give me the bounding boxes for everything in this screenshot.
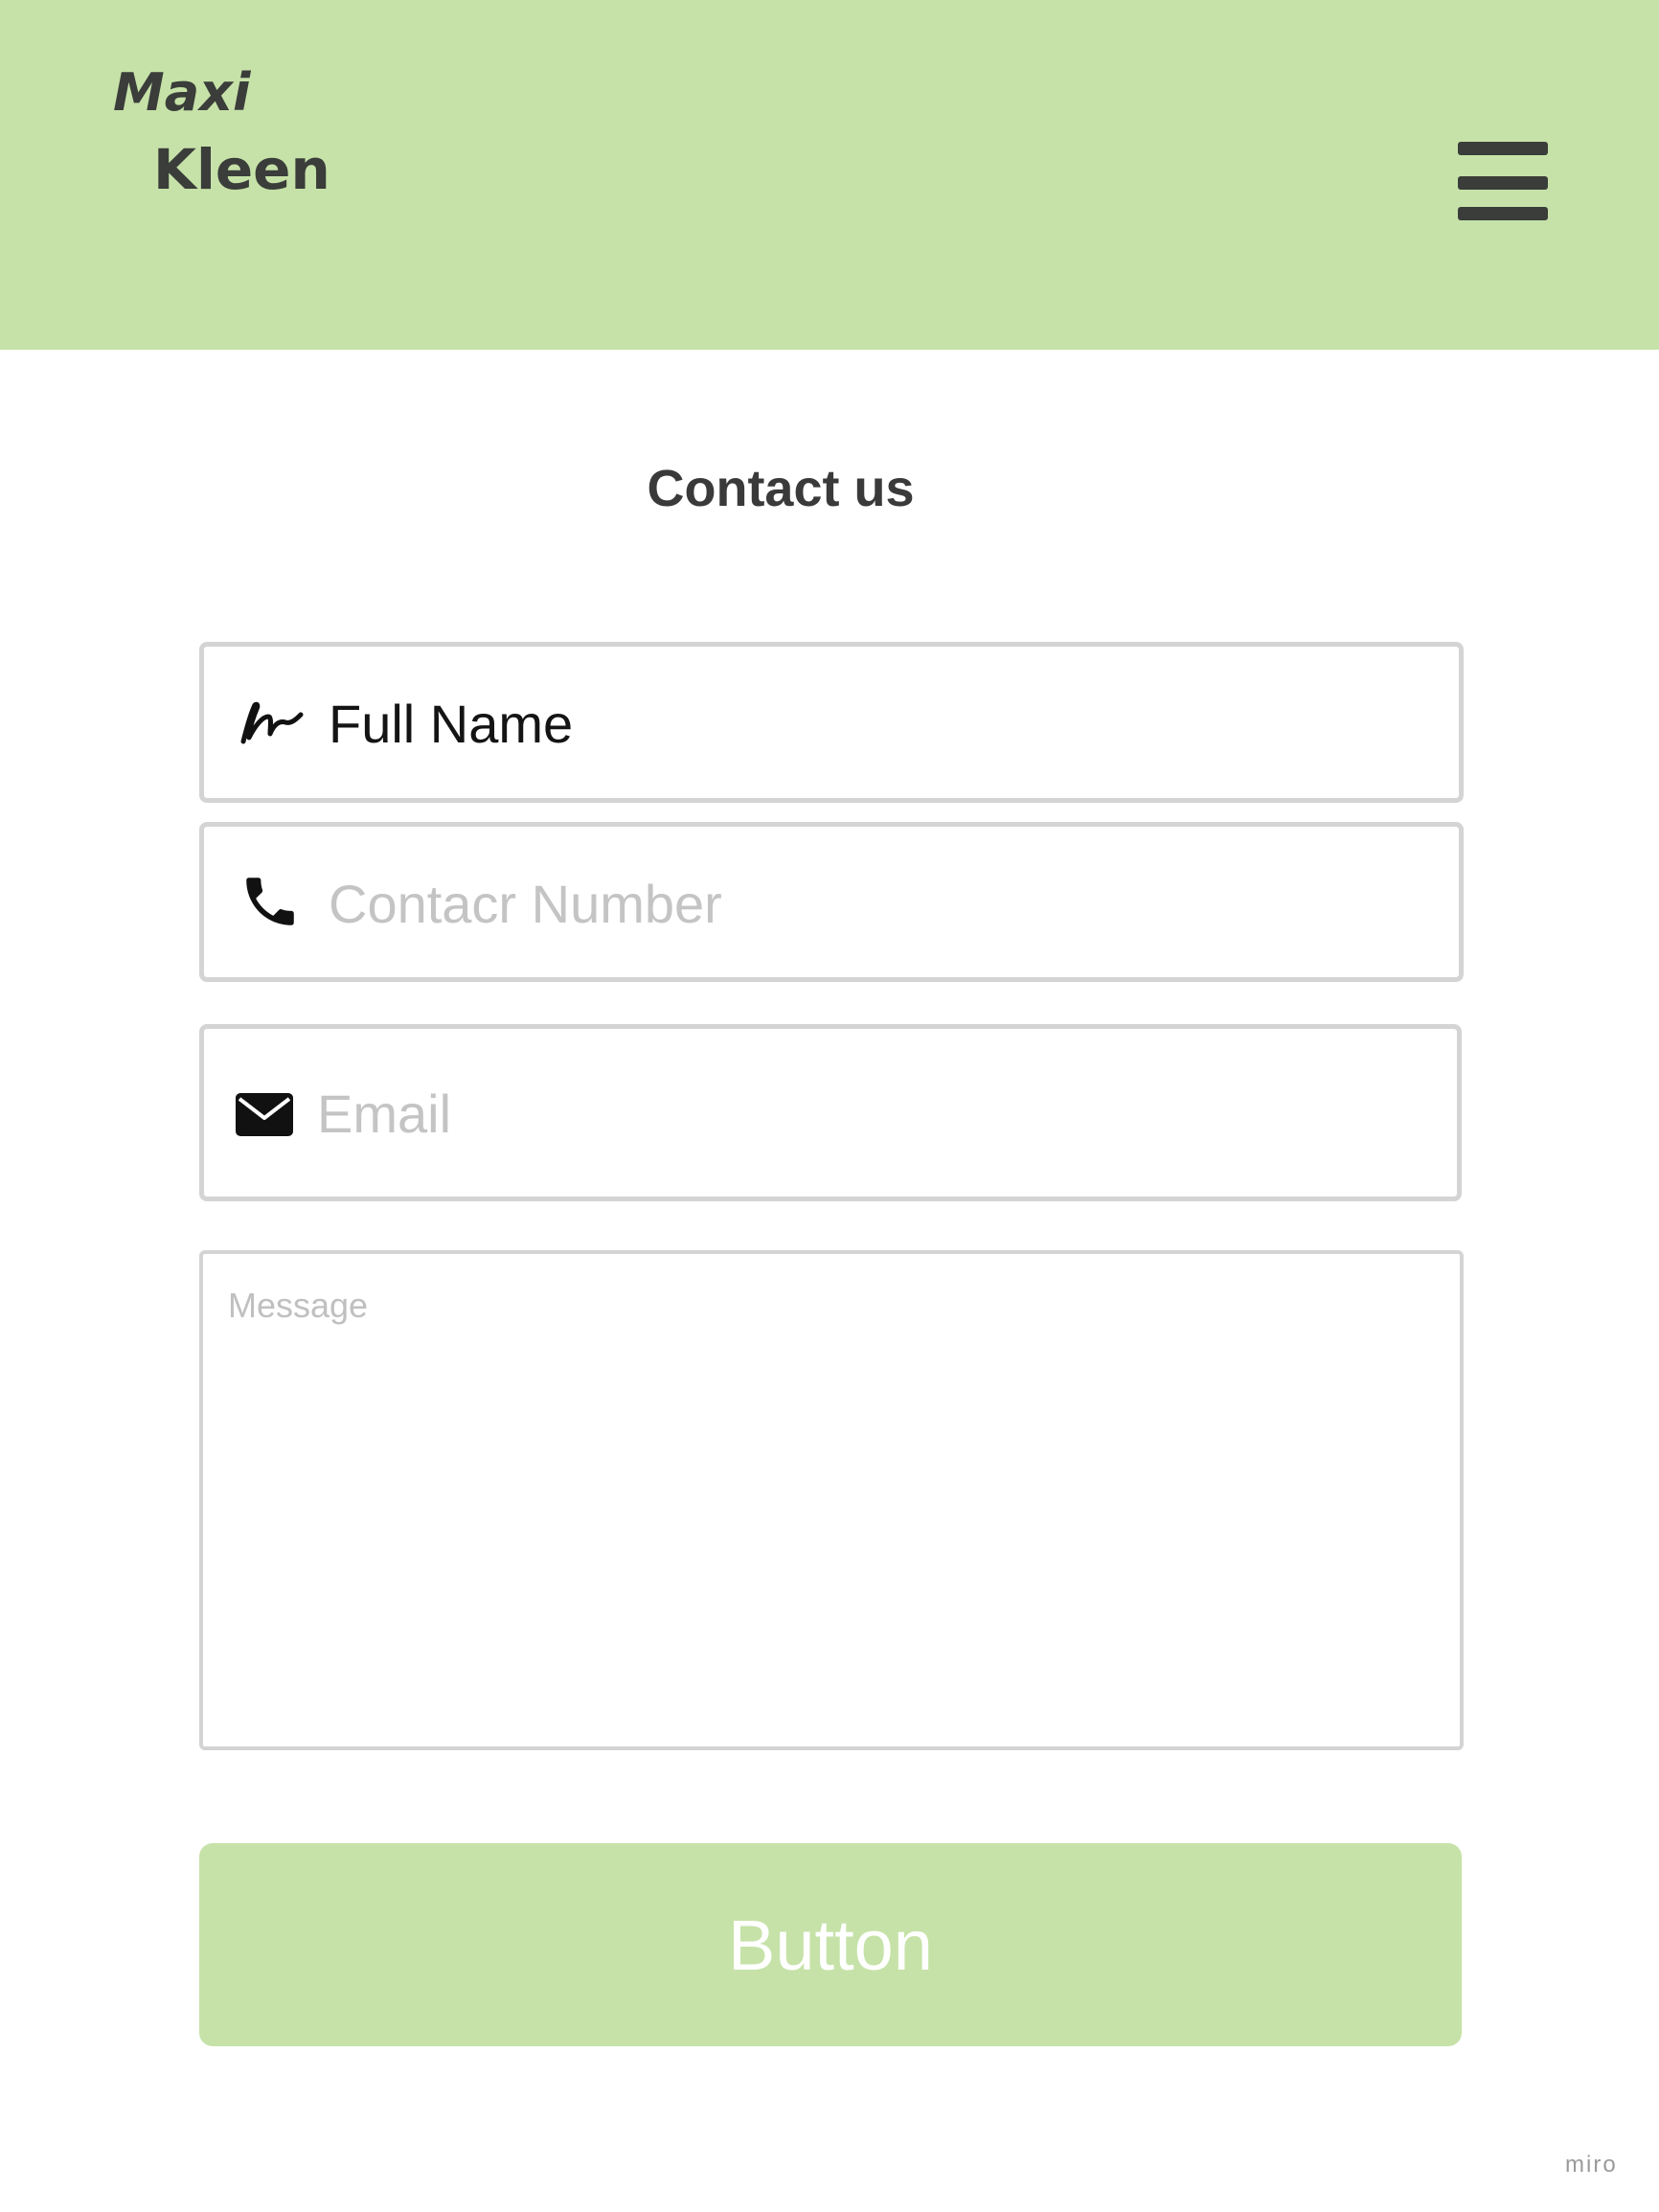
app-header: Maxi Kleen bbox=[0, 0, 1659, 350]
full-name-value: Full Name bbox=[329, 694, 574, 754]
contact-number-placeholder: Contacr Number bbox=[329, 874, 722, 934]
menu-line bbox=[1458, 207, 1548, 220]
page-title: Contact us bbox=[647, 460, 915, 517]
message-placeholder: Message bbox=[228, 1286, 369, 1325]
logo-line-kleen: Kleen bbox=[153, 137, 330, 202]
envelope-icon bbox=[236, 1093, 293, 1136]
full-name-field[interactable]: Full Name bbox=[199, 642, 1464, 803]
contact-number-field[interactable]: Contacr Number bbox=[199, 822, 1464, 982]
menu-line bbox=[1458, 142, 1548, 155]
hamburger-menu-icon[interactable] bbox=[1456, 140, 1552, 224]
email-placeholder: Email bbox=[317, 1083, 452, 1144]
submit-button[interactable]: Button bbox=[199, 1843, 1462, 2046]
menu-line bbox=[1458, 176, 1548, 190]
message-textarea[interactable]: Message bbox=[199, 1250, 1464, 1750]
email-field[interactable]: Email bbox=[199, 1024, 1462, 1201]
logo-line-maxi: Maxi bbox=[113, 62, 251, 123]
miro-watermark: miro bbox=[1565, 2152, 1618, 2178]
signature-icon bbox=[240, 701, 304, 744]
phone-icon bbox=[246, 878, 294, 925]
